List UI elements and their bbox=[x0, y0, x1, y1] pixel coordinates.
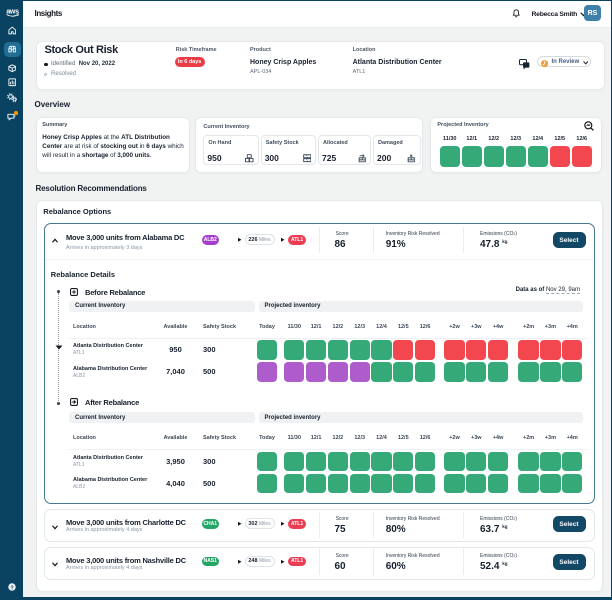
svg-text:aws: aws bbox=[6, 8, 19, 15]
